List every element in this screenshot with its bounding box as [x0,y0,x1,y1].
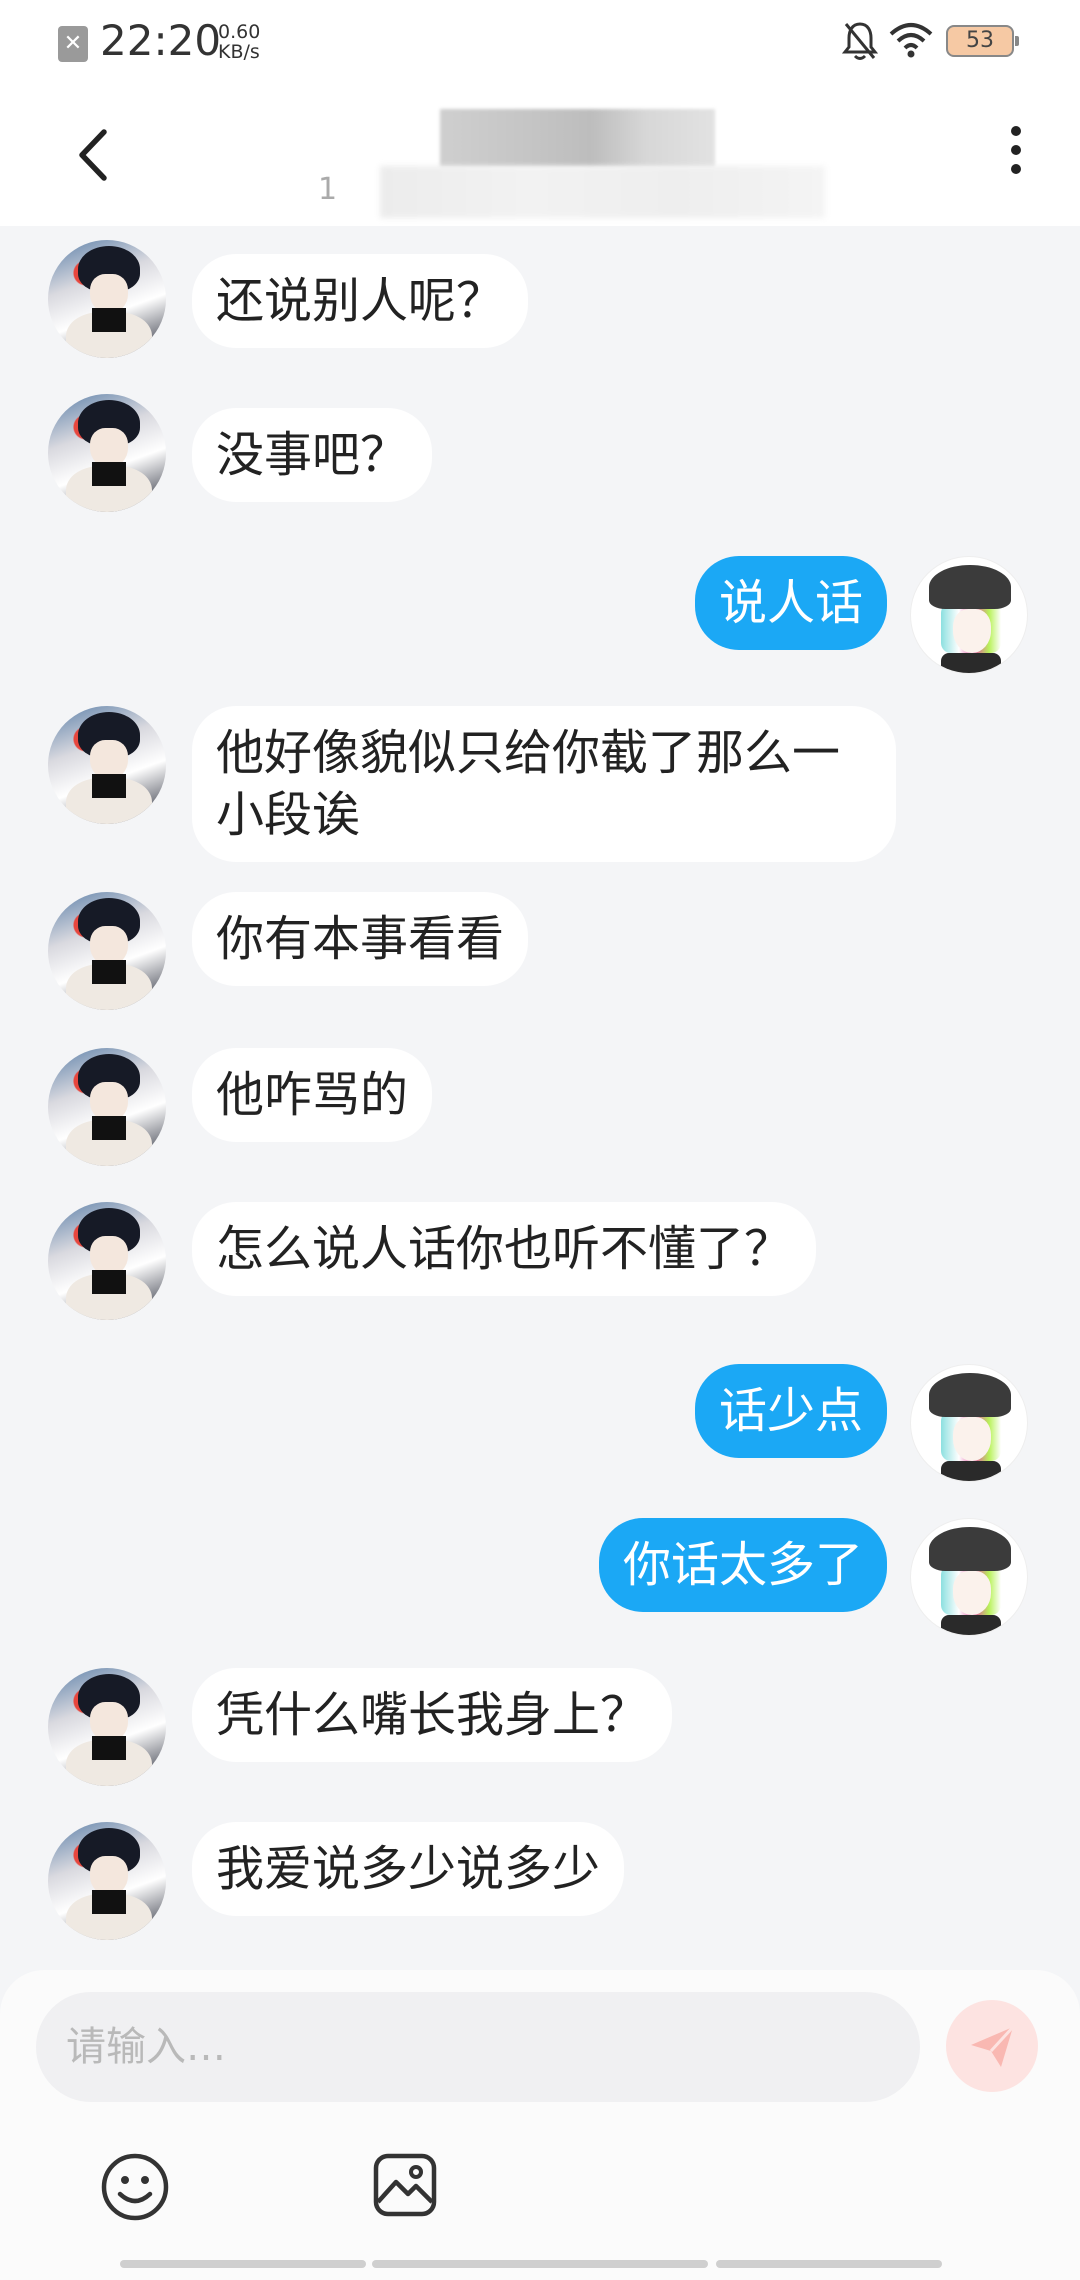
contact-avatar[interactable] [48,706,166,824]
wifi-icon [889,23,933,58]
message-bubble[interactable]: 你有本事看看 [192,892,529,986]
contact-avatar[interactable] [48,394,166,512]
message-bubble[interactable]: 凭什么嘴长我身上？ [192,1668,673,1762]
contact-avatar[interactable] [48,1668,166,1786]
my-avatar[interactable] [910,1518,1028,1636]
status-time: 22:20 [100,16,222,65]
message-bubble[interactable]: 他好像貌似只给你截了那么一小段诶 [192,706,896,862]
status-bar: ✕ 22:20 0.60 KB/s 53 [0,0,1080,84]
message-bubble[interactable]: 说人话 [694,556,887,650]
composer [0,1970,1080,2280]
contact-name-blurred [440,109,715,167]
bell-muted-icon [842,22,878,60]
message-list[interactable]: 还说别人呢？ 没事吧？ 说人话 他好像貌似只给你截了那么一小段诶 你有本事看看 … [0,226,1080,1970]
contact-avatar[interactable] [48,1202,166,1320]
contact-avatar[interactable] [48,892,166,1010]
contact-subtitle-blurred [380,166,825,218]
message-bubble[interactable]: 还说别人呢？ [192,254,529,348]
contact-avatar[interactable] [48,1822,166,1940]
contact-avatar[interactable] [48,1048,166,1166]
contact-subtitle-prefix: 1 [318,172,338,207]
contact-avatar[interactable] [48,240,166,358]
network-speed-value: 0.60 [218,21,261,43]
my-avatar[interactable] [910,556,1028,674]
my-avatar[interactable] [910,1364,1028,1482]
message-bubble[interactable]: 话少点 [694,1364,887,1458]
network-speed: 0.60 KB/s [218,22,260,62]
more-icon[interactable] [996,120,1036,190]
message-bubble[interactable]: 他咋骂的 [192,1048,433,1142]
message-bubble[interactable]: 怎么说人话你也听不懂了？ [192,1202,817,1296]
send-button[interactable] [946,2000,1038,2092]
battery-icon: 53 [946,25,1019,57]
message-bubble[interactable]: 我爱说多少说多少 [192,1822,625,1916]
network-speed-unit: KB/s [218,41,260,63]
sim-off-icon: ✕ [58,26,88,62]
message-bubble[interactable]: 你话太多了 [598,1518,887,1612]
send-icon [971,2025,1015,2067]
message-input[interactable] [36,1992,920,2102]
image-icon[interactable] [372,2152,438,2218]
emoji-icon[interactable] [100,2152,170,2222]
message-bubble[interactable]: 没事吧？ [192,408,433,502]
chat-header: 1 [0,84,1080,226]
back-icon[interactable] [60,120,130,190]
